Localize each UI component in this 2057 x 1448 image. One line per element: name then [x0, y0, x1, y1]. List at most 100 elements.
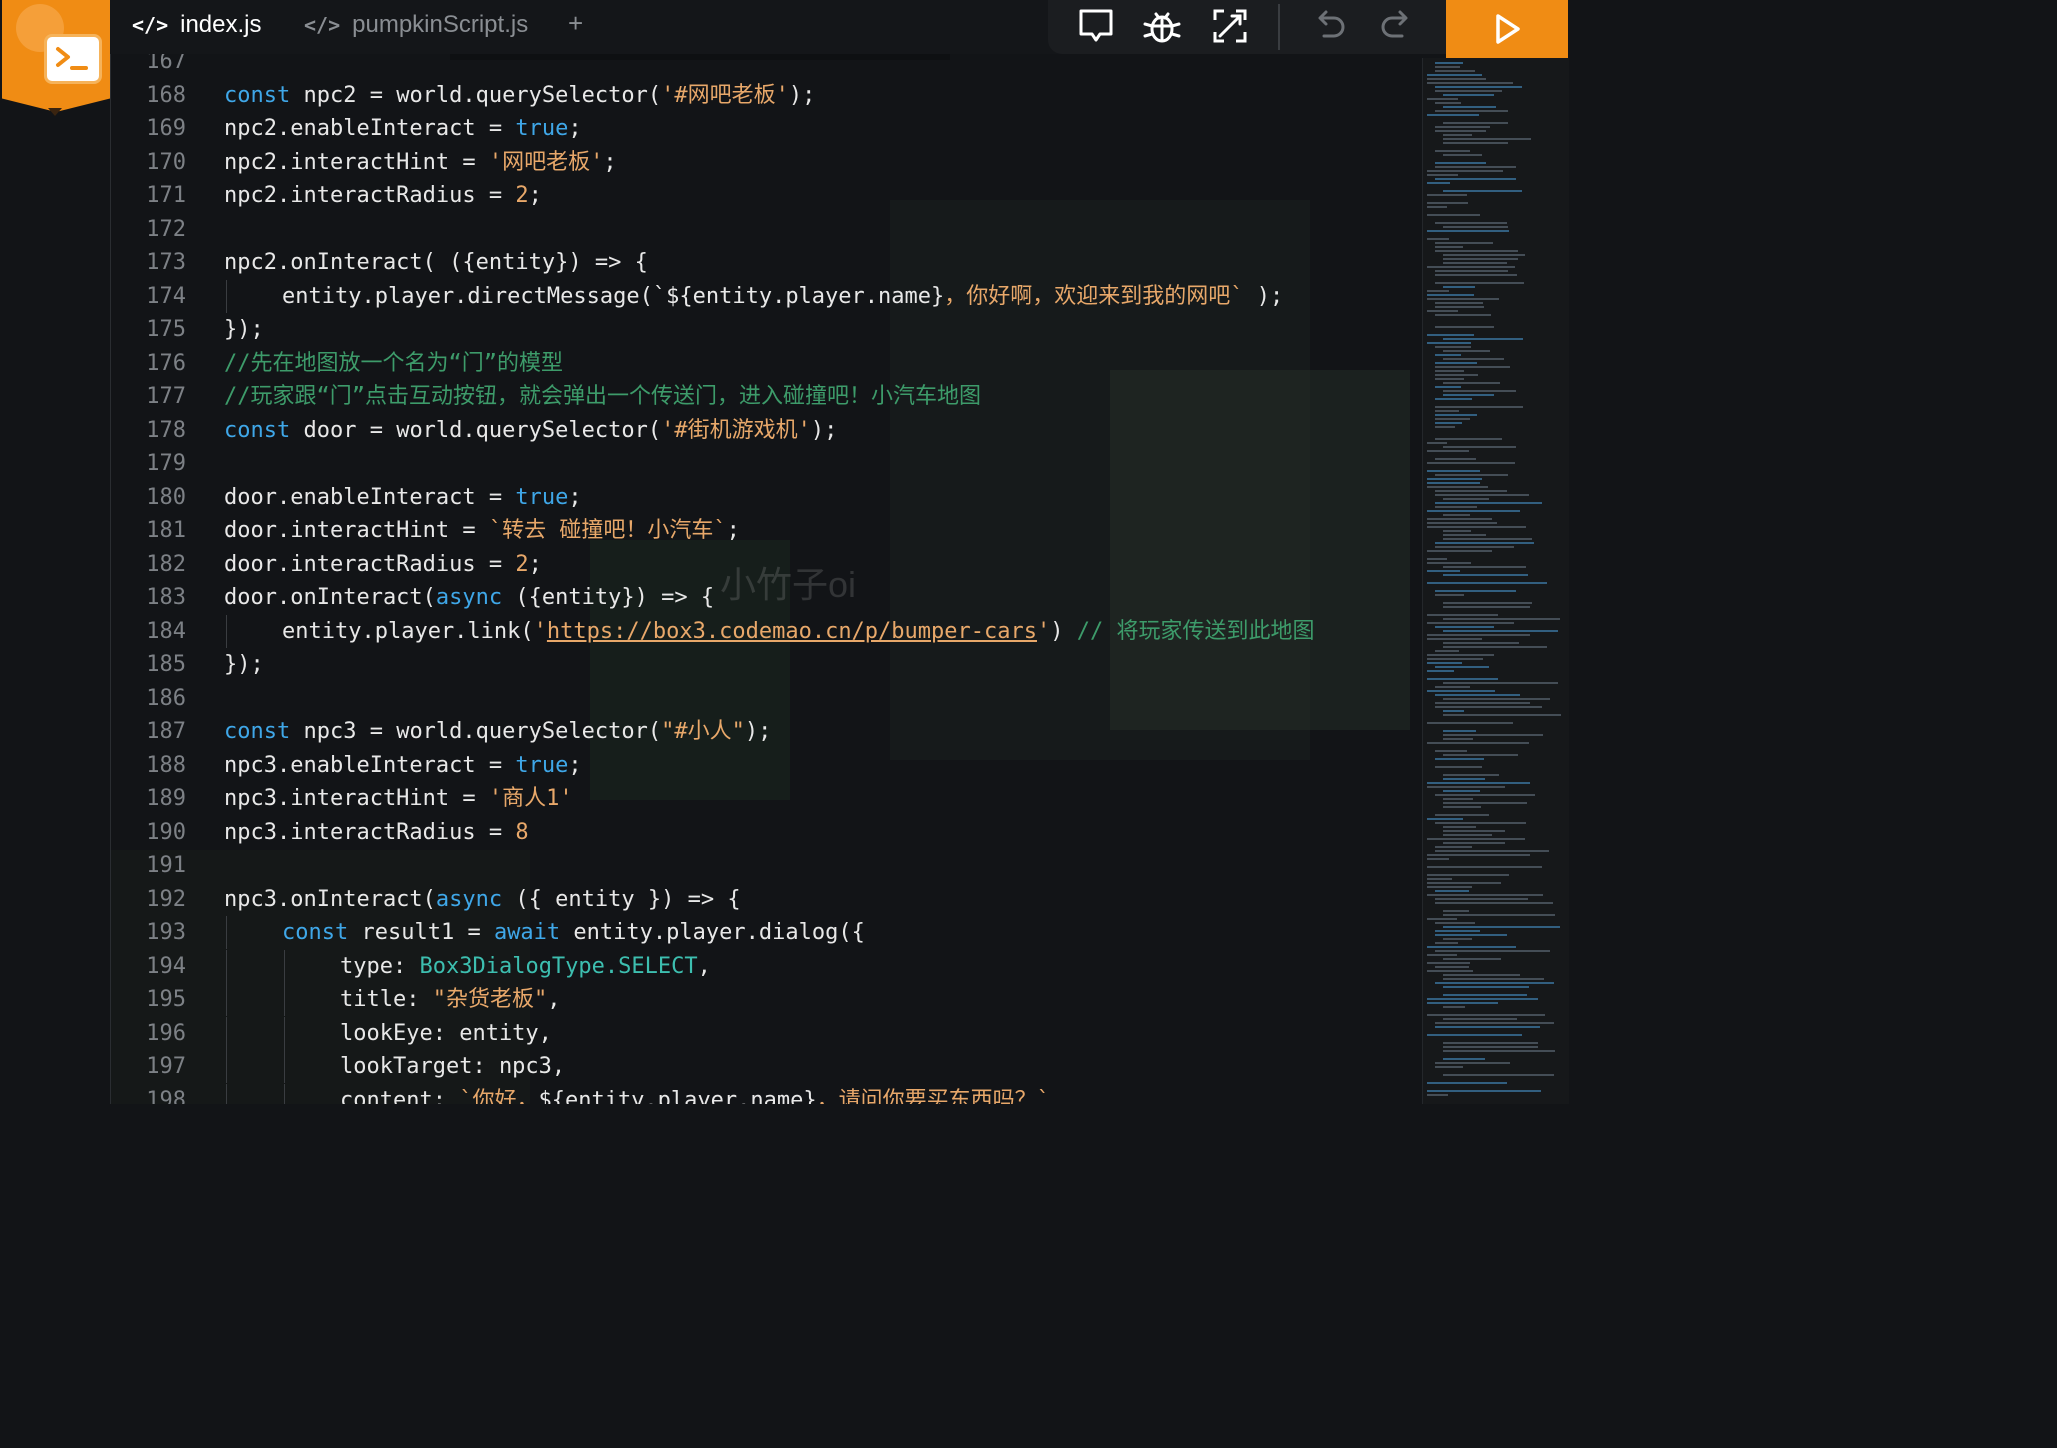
code-token: title: — [340, 987, 433, 1012]
code-line[interactable]: 183 door.onInteract(async ({entity}) => { — [110, 581, 1422, 614]
code-line[interactable]: 180 door.enableInteract = true; — [110, 481, 1422, 514]
minimap-line — [1427, 298, 1499, 300]
minimap-line — [1427, 570, 1461, 572]
tab-index-js[interactable]: </> index.js — [132, 0, 262, 50]
code-line[interactable]: 172 — [110, 213, 1422, 246]
code-line[interactable]: 181 door.interactHint = `转去 碰撞吧！小汽车`; — [110, 514, 1422, 547]
code-token: npc2.interactRadius = — [224, 183, 516, 208]
chevron-down-icon[interactable] — [48, 108, 62, 116]
minimap-line — [1443, 138, 1531, 140]
minimap-line — [1443, 254, 1526, 256]
code-token: ; — [528, 551, 542, 577]
minimap-line — [1427, 654, 1494, 656]
line-number: 198 — [146, 1087, 186, 1105]
code-line[interactable]: 184 entity.player.link('https://box3.code… — [110, 614, 1422, 648]
minimap-line — [1435, 850, 1550, 852]
code-line[interactable]: 173 npc2.onInteract( ({entity}) => { — [110, 246, 1422, 279]
code-token: "#小人" — [661, 719, 745, 744]
minimap-line — [1435, 166, 1517, 168]
code-line[interactable]: 189 npc3.interactHint = '商人1' — [110, 782, 1422, 815]
code-line[interactable]: 186 — [110, 682, 1422, 715]
code-line[interactable]: 185}); — [110, 648, 1422, 681]
minimap-line — [1443, 1006, 1466, 1008]
minimap-line — [1443, 730, 1477, 732]
minimap-line — [1443, 790, 1480, 792]
minimap-line — [1435, 890, 1470, 892]
code-line[interactable]: 195 title: "杂货老板", — [110, 983, 1422, 1016]
minimap-line — [1435, 374, 1479, 376]
code-line[interactable]: 190 npc3.interactRadius = 8 — [110, 816, 1422, 849]
line-number: 184 — [146, 618, 186, 644]
minimap-line — [1427, 550, 1492, 552]
add-tab-button[interactable]: + — [568, 8, 583, 39]
tab-pumpkinscript-js[interactable]: </> pumpkinScript.js — [304, 0, 528, 50]
undo-icon[interactable] — [1310, 6, 1350, 46]
minimap-line — [1435, 398, 1473, 400]
minimap-line — [1427, 622, 1515, 624]
code-text: npc2.onInteract( ({entity}) => { — [224, 246, 648, 279]
code-line[interactable]: 174 entity.player.directMessage(`${entity… — [110, 279, 1422, 313]
minimap-line — [1435, 410, 1459, 412]
code-token: const — [224, 417, 291, 443]
code-line[interactable]: 192 npc3.onInteract(async ({ entity }) =>… — [110, 883, 1422, 916]
code-editor[interactable]: 167 168 const npc2 = world.querySelector('… — [110, 54, 1422, 1104]
code-line[interactable]: 169 npc2.enableInteract = true; — [110, 112, 1422, 145]
minimap-line — [1435, 766, 1483, 768]
minimap-line — [1435, 706, 1543, 708]
script-panel-tab[interactable] — [2, 0, 110, 112]
code-line[interactable]: 179 — [110, 447, 1422, 480]
code-token: '商人1' — [488, 786, 573, 811]
code-line[interactable]: 171 npc2.interactRadius = 2; — [110, 179, 1422, 212]
minimap-line — [1435, 502, 1542, 504]
code-token: npc2.interactHint = — [224, 149, 489, 175]
code-line[interactable]: 197 lookTarget: npc3, — [110, 1050, 1422, 1083]
code-line[interactable]: 168 const npc2 = world.querySelector('#网吧… — [110, 79, 1422, 112]
line-number: 174 — [146, 283, 186, 309]
code-token[interactable]: https://box3.codemao.cn/p/bumper-cars — [547, 619, 1037, 644]
code-token: door.interactHint = — [224, 518, 489, 543]
code-token: lookTarget: npc3, — [340, 1054, 566, 1079]
minimap-line — [1427, 954, 1458, 956]
minimap-line — [1435, 346, 1472, 348]
code-line[interactable]: 191 — [110, 849, 1422, 882]
minimap-line — [1435, 150, 1471, 152]
code-token: door.enableInteract = — [224, 484, 516, 510]
code-line[interactable]: 178 const door = world.querySelector('#街机… — [110, 414, 1422, 447]
code-token: true — [515, 752, 569, 778]
code-line[interactable]: 198 content: `你好，${entity.player.name}，请问… — [110, 1083, 1422, 1105]
minimap-line — [1435, 426, 1456, 428]
code-token: '#网吧老板' — [661, 82, 789, 108]
code-line[interactable]: 188 npc3.enableInteract = true; — [110, 749, 1422, 782]
code-line[interactable]: 182 door.interactRadius = 2; — [110, 548, 1422, 581]
code-line[interactable]: 194 type: Box3DialogType.SELECT, — [110, 949, 1422, 983]
minimap-line — [1435, 590, 1517, 592]
minimap-line — [1427, 678, 1499, 680]
minimap-line — [1427, 658, 1484, 660]
minimap-line — [1435, 814, 1489, 816]
minimap-line — [1443, 774, 1499, 776]
code-line[interactable]: 176 //先在地图放一个名为“门”的模型 — [110, 347, 1422, 380]
code-line[interactable]: 167 — [110, 54, 1422, 78]
code-line[interactable]: 177 //玩家跟“门”点击互动按钮，就会弹出一个传送门，进入碰撞吧！小汽车地图 — [110, 380, 1422, 413]
run-button[interactable] — [1446, 0, 1568, 58]
chat-icon[interactable] — [1076, 6, 1116, 46]
minimap-line — [1435, 922, 1475, 924]
minimap[interactable] — [1422, 58, 1569, 1104]
code-line[interactable]: 196 lookEye: entity, — [110, 1016, 1422, 1050]
code-line[interactable]: 175}); — [110, 313, 1422, 346]
minimap-line — [1435, 666, 1489, 668]
bug-icon[interactable] — [1142, 6, 1182, 46]
redo-icon[interactable] — [1376, 6, 1416, 46]
code-line[interactable]: 170 npc2.interactHint = '网吧老板'; — [110, 146, 1422, 179]
minimap-line — [1443, 806, 1482, 808]
line-number: 197 — [146, 1054, 186, 1079]
fullscreen-icon[interactable] — [1210, 6, 1250, 46]
minimap-line — [1443, 914, 1555, 916]
minimap-line — [1427, 998, 1538, 1000]
code-line[interactable]: 187 const npc3 = world.querySelector("#小人… — [110, 715, 1422, 748]
code-line[interactable]: 193 const result1 = await entity.player.d… — [110, 916, 1422, 949]
minimap-line — [1435, 86, 1522, 88]
minimap-line — [1435, 386, 1462, 388]
code-token: 2 — [515, 551, 529, 577]
minimap-line — [1443, 642, 1520, 644]
